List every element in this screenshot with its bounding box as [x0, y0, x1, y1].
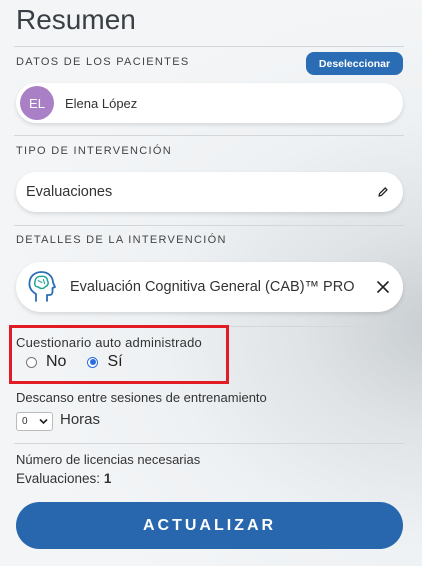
page-title: Resumen	[16, 4, 136, 35]
assessment-name: Evaluación Cognitiva General (CAB)™ PRO	[70, 279, 355, 295]
intervention-details-label: DETALLES DE LA INTERVENCIÓN	[16, 234, 227, 246]
avatar: EL	[20, 86, 54, 120]
selected-patient-chip[interactable]: EL Elena López	[16, 83, 403, 123]
highlight-box	[9, 325, 229, 384]
divider	[14, 135, 404, 136]
rest-hours-value: 0	[22, 416, 28, 427]
rest-hours-unit: Horas	[60, 411, 101, 428]
patients-section-label: DATOS DE LOS PACIENTES	[16, 56, 190, 68]
patient-name: Elena López	[65, 95, 138, 111]
intervention-type-value: Evaluaciones	[26, 184, 113, 200]
rest-hours-select[interactable]: 0	[16, 412, 53, 431]
licenses-count: 1	[103, 471, 112, 486]
licenses-label: Número de licencias necesarias	[16, 452, 201, 467]
head-brain-icon	[28, 271, 56, 302]
chevron-down-icon	[39, 418, 48, 425]
licenses-row: Evaluaciones: 1	[16, 471, 111, 486]
divider	[14, 225, 404, 226]
close-icon[interactable]	[377, 281, 389, 293]
divider	[14, 46, 404, 47]
deselect-button[interactable]: Deseleccionar	[306, 52, 403, 75]
update-button[interactable]: ACTUALIZAR	[16, 502, 403, 549]
rest-between-sessions-label: Descanso entre sesiones de entrenamiento	[16, 390, 267, 405]
pencil-icon[interactable]	[377, 186, 389, 198]
divider	[14, 443, 404, 444]
assessment-card: Evaluación Cognitiva General (CAB)™ PRO	[16, 262, 403, 312]
intervention-type-field[interactable]: Evaluaciones	[16, 172, 403, 212]
intervention-type-label: TIPO DE INTERVENCIÓN	[16, 145, 172, 157]
licenses-item-label: Evaluaciones:	[16, 471, 101, 486]
